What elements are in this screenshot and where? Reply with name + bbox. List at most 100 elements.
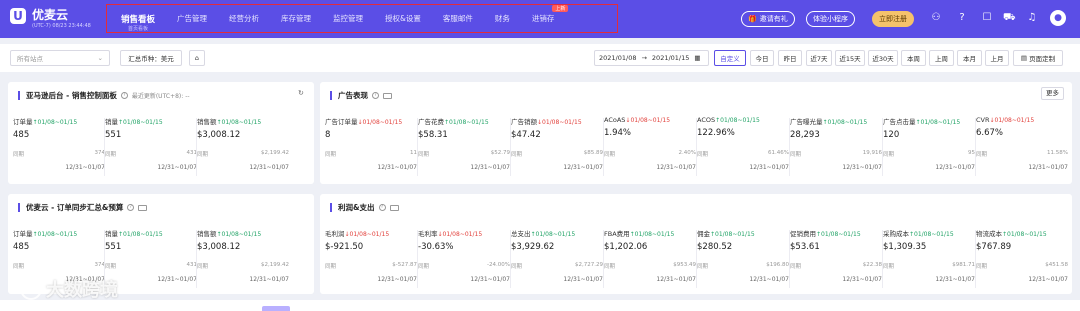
video-icon[interactable] <box>383 92 392 99</box>
metric-period: 12/31~01/07 <box>935 164 975 171</box>
metric-card[interactable]: 广告订单量↓01/08~01/15 8 同期 11 12/31~01/07 <box>325 116 417 176</box>
metric-card[interactable]: CVR↓01/08~01/15 6.67% 同期 11.58% 12/31~01/07 <box>976 116 1068 176</box>
metric-value: 28,293 <box>790 130 820 140</box>
layout-icon: ▤ <box>1020 54 1030 62</box>
metric-card[interactable]: 销售额↑01/08~01/15 $3,008.12 同期 $2,199.42 12/31… <box>197 228 289 288</box>
video-icon[interactable] <box>389 204 399 211</box>
panel-title: 优麦云 - 订单同步汇总&预算 ? <box>18 202 148 213</box>
metric-card[interactable]: 销量↑01/08~01/15 551 同期 431 12/31~01/07 <box>105 116 197 176</box>
quick-range-30d[interactable]: 近30天 <box>868 50 898 66</box>
metric-card[interactable]: 毛利率↓01/08~01/15 -30.63% 同期 -24.00% 12/31~01/… <box>418 228 510 288</box>
metric-label: 广告点击量↑01/08~01/15 <box>883 118 961 126</box>
metric-trend: ↓01/08~01/15 <box>437 231 483 238</box>
date-range-picker[interactable]: 2021/01/08 → 2021/01/15 ▦ <box>594 50 709 66</box>
invite-button[interactable]: 🎁 邀请有礼 <box>741 11 795 27</box>
metric-label: ACOS↑01/08~01/15 <box>697 116 760 124</box>
help-icon[interactable]: ? <box>956 12 968 24</box>
metric-card[interactable]: 促销费用↑01/08~01/15 $53.61 同期 $22.38 12/31~01/0… <box>790 228 882 288</box>
help-icon[interactable]: ? <box>127 204 135 211</box>
quick-range-last-month[interactable]: 上月 <box>985 50 1009 66</box>
quick-range-custom[interactable]: 自定义 <box>714 50 746 66</box>
nav-item-purchase-sales[interactable]: 进销存 上新 <box>532 5 569 24</box>
metric-compare: 同期 $22.38 <box>790 262 882 270</box>
video-icon[interactable] <box>138 204 148 211</box>
cart-icon[interactable]: ⛟ <box>1003 12 1016 24</box>
metric-trend: ↑01/08~01/15 <box>710 231 755 238</box>
metric-trend: ↑01/08~01/15 <box>822 119 868 126</box>
metric-trend: ↑01/08~01/15 <box>216 119 262 126</box>
quick-range-7d[interactable]: 近7天 <box>806 50 832 66</box>
metric-card[interactable]: 广告花费↑01/08~01/15 $58.31 同期 $52.79 12/31~01/0… <box>418 116 510 176</box>
nav-item-monitor[interactable]: 监控管理 <box>333 13 363 24</box>
nav-item-analysis[interactable]: 经营分析 <box>229 13 259 24</box>
update-note: 最近更新(UTC+8): -- <box>131 93 190 100</box>
metric-period: 12/31~01/07 <box>470 164 510 171</box>
metric-card[interactable]: 广告销额↓01/08~01/15 $47.42 同期 $85.89 12/31~01/0… <box>511 116 603 176</box>
rocket-icon[interactable]: ⚇ <box>930 12 942 24</box>
bottom-tag <box>262 306 290 311</box>
metric-value: $767.89 <box>976 242 1012 252</box>
help-icon[interactable]: ? <box>120 92 128 99</box>
currency-select[interactable]: 汇总币种：美元 <box>120 50 182 66</box>
metric-card[interactable]: 毛利润↓01/08~01/15 $-921.50 同期 $-527.87 12/31~0… <box>325 228 417 288</box>
metric-card[interactable]: 佣金↑01/08~01/15 $280.52 同期 $196.80 12/31~01/0… <box>697 228 789 288</box>
metric-label: 物流成本↑01/08~01/15 <box>976 230 1047 238</box>
brand[interactable]: U 优麦云 (UTC-7) 08/23 23:44:48 <box>0 0 100 38</box>
quick-range-today[interactable]: 今日 <box>750 50 774 66</box>
metric-value: 485 <box>13 242 30 252</box>
nav-item-finance[interactable]: 财务 <box>495 13 510 24</box>
metric-card[interactable]: 订单量↑01/08~01/15 485 同期 374 12/31~01/07 <box>13 116 105 176</box>
metric-label: 销售额↑01/08~01/15 <box>197 230 262 238</box>
register-button[interactable]: 立即注册 <box>872 11 914 27</box>
quick-range-this-week[interactable]: 本周 <box>901 50 926 66</box>
nav-sub-label: 首页看板 <box>127 25 149 32</box>
help-icon[interactable]: ? <box>378 204 386 211</box>
metric-period: 12/31~01/07 <box>377 276 417 283</box>
metric-card[interactable]: 广告曝光量↑01/08~01/15 28,293 同期 19,916 12/31~01/… <box>790 116 882 176</box>
bell-icon[interactable]: ♫ <box>1026 12 1038 24</box>
quick-range-last-week[interactable]: 上周 <box>929 50 954 66</box>
logo-icon: U <box>10 8 26 24</box>
user-icon[interactable]: ● <box>1050 10 1066 26</box>
metric-card[interactable]: ACoAS↓01/08~01/15 1.94% 同期 2.40% 12/31~01/07 <box>604 116 696 176</box>
metric-card[interactable]: 采购成本↑01/08~01/15 $1,309.35 同期 $981.71 12/31~… <box>883 228 975 288</box>
metric-compare: 同期 $451.58 <box>976 262 1068 270</box>
refresh-icon[interactable]: ↻ <box>298 89 304 97</box>
metric-card[interactable]: ACOS↑01/08~01/15 122.96% 同期 61.46% 12/31~01/… <box>697 116 789 176</box>
metric-period: 12/31~01/07 <box>656 164 696 171</box>
customize-page-button[interactable]: ▤ 页面定制 <box>1013 50 1063 66</box>
more-button[interactable]: 更多 <box>1041 87 1064 100</box>
watermark: 大数跨境 <box>20 276 118 302</box>
quick-range-yesterday[interactable]: 昨日 <box>778 50 802 66</box>
metric-card[interactable]: 销售额↑01/08~01/15 $3,008.12 同期 $2,199.42 12/31… <box>197 116 289 176</box>
metric-compare: 同期 11 <box>325 150 417 158</box>
metric-card[interactable]: 销量↑01/08~01/15 551 同期 431 12/31~01/07 <box>105 228 197 288</box>
metric-trend: ↑01/08~01/15 <box>444 119 489 126</box>
metric-label: 销售额↑01/08~01/15 <box>197 118 262 126</box>
metric-card[interactable]: 广告点击量↑01/08~01/15 120 同期 95 12/31~01/07 <box>883 116 975 176</box>
metric-trend: ↓01/08~01/15 <box>344 231 390 238</box>
new-badge: 上新 <box>552 5 569 12</box>
metric-card[interactable]: 总支出↑01/08~01/15 $3,929.62 同期 $2,727.29 12/31… <box>511 228 603 288</box>
nav-item-inventory[interactable]: 库存管理 <box>281 13 311 24</box>
nav-item-sales-board[interactable]: 销售看板 首页看板 <box>121 13 155 32</box>
nav-item-auth-settings[interactable]: 授权&设置 <box>385 13 421 24</box>
metric-compare: 同期 $-527.87 <box>325 262 417 270</box>
site-select[interactable]: 所有站点 ⌄ <box>10 50 110 66</box>
metric-value: $3,008.12 <box>197 130 241 140</box>
metric-card[interactable]: 物流成本↑01/08~01/15 $767.89 同期 $451.58 12/31~01… <box>976 228 1068 288</box>
miniapp-button[interactable]: 体验小程序 <box>806 11 855 27</box>
home-icon[interactable]: ⌂ <box>189 50 205 66</box>
nav-item-ads[interactable]: 广告管理 <box>177 13 207 24</box>
quick-range-15d[interactable]: 近15天 <box>835 50 865 66</box>
quick-range-this-month[interactable]: 本月 <box>957 50 982 66</box>
help-icon[interactable]: ? <box>372 92 379 99</box>
metric-compare: 同期 $981.71 <box>883 262 975 270</box>
metric-value: $58.31 <box>418 130 448 140</box>
metric-card[interactable]: FBA费用↑01/08~01/15 $1,202.06 同期 $953.49 12/31… <box>604 228 696 288</box>
nav-item-customer-mail[interactable]: 客服邮件 <box>443 13 473 24</box>
message-icon[interactable]: ☐ <box>981 12 993 24</box>
metric-label: 广告曝光量↑01/08~01/15 <box>790 118 868 126</box>
metric-compare: 同期 431 <box>105 150 197 158</box>
metric-label: 订单量↑01/08~01/15 <box>13 230 78 238</box>
